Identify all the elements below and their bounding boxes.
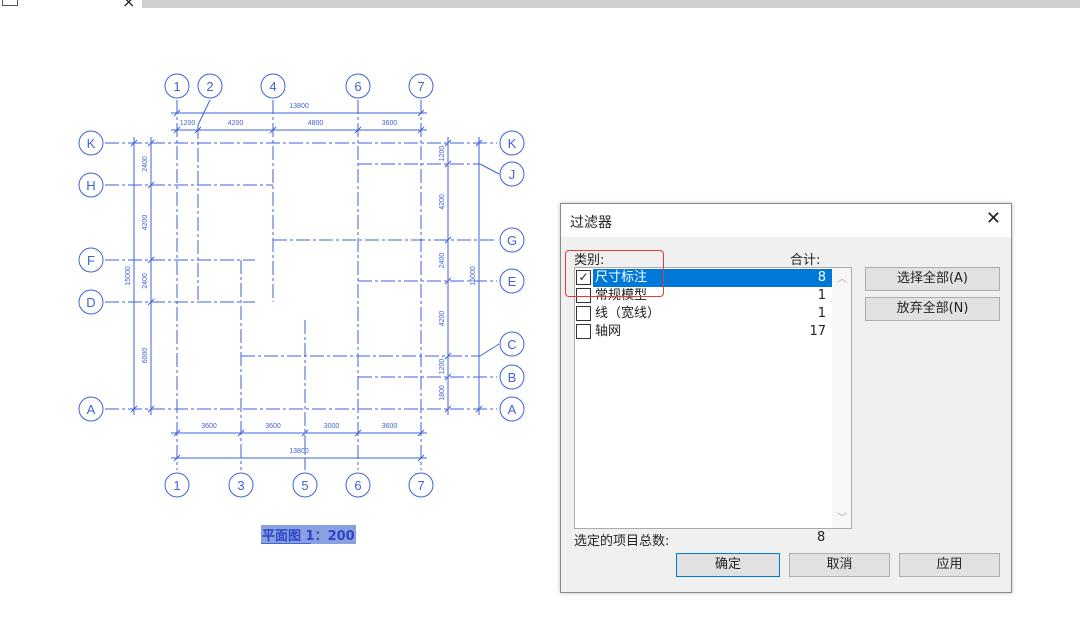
grid-bubble-label: 4 — [269, 79, 276, 94]
total-label: 合计: — [790, 253, 821, 268]
grid-bubble-label: F — [87, 253, 95, 268]
grid-bubble-label: 1 — [173, 478, 180, 493]
right-dimension-text: 4200 — [439, 194, 446, 210]
category-count: 1 — [817, 288, 826, 303]
ok-button[interactable]: 确定 — [676, 553, 780, 577]
grid-bubble-label: 2 — [206, 79, 213, 94]
left-overall-dimension-text: 15000 — [125, 266, 132, 286]
bottom-dimension-text: 3600 — [382, 423, 398, 430]
grid-bubble-label: B — [508, 370, 517, 385]
left-dimension-text: 2400 — [142, 273, 149, 289]
grid-bubble-label: H — [86, 178, 95, 193]
bottom-dimension-text: 3000 — [324, 423, 340, 430]
selected-total-value: 8 — [817, 530, 826, 545]
bottom-overall-dimension-text: 13800 — [289, 448, 309, 455]
category-count: 8 — [817, 270, 826, 285]
grid-bubble-label: K — [508, 136, 517, 151]
left-dimension-text: 2400 — [142, 156, 149, 172]
grid-bubble-label: J — [509, 167, 516, 182]
grid-leader-J — [479, 163, 500, 175]
select-all-button[interactable]: 选择全部(A) — [865, 267, 1000, 291]
cancel-button[interactable]: 取消 — [789, 553, 890, 577]
view-title[interactable]: 平面图 1：200 — [261, 525, 356, 544]
top-overall-dimension-text: 13800 — [289, 103, 309, 110]
checkbox[interactable] — [576, 306, 591, 321]
category-count: 1 — [817, 306, 826, 321]
grid-bubble-label: 6 — [354, 79, 361, 94]
grid-bubble-label: A — [87, 402, 96, 417]
grid-bubble-label: D — [86, 295, 95, 310]
grid-bubble-label: 3 — [237, 478, 244, 493]
dialog-title: 过滤器 — [570, 215, 612, 231]
top-dimension-text: 1200 — [180, 120, 196, 127]
grid-bubble-label: E — [508, 274, 517, 289]
deselect-all-button[interactable]: 放弃全部(N) — [865, 297, 1000, 321]
grid-bubble-label: 6 — [354, 478, 361, 493]
bottom-dimension-text: 3600 — [201, 423, 217, 430]
grid-bubble-label: 1 — [173, 79, 180, 94]
right-dimension-text: 4200 — [439, 311, 446, 327]
top-dimension-text: 4800 — [308, 120, 324, 127]
grid-bubble-label: 7 — [417, 79, 424, 94]
scroll-up-icon[interactable]: ︿ — [837, 270, 847, 285]
bottom-dimension-text: 3600 — [265, 423, 281, 430]
selected-total-label: 选定的项目总数: — [574, 534, 670, 549]
dialog-title-bar: 过滤器 ✕ — [561, 204, 1011, 237]
grid-bubble-label: G — [507, 233, 517, 248]
grid-leader-C — [479, 343, 500, 357]
close-icon[interactable]: ✕ — [986, 208, 1001, 229]
top-dimension-text: 3600 — [382, 120, 398, 127]
grid-bubble-label: C — [507, 337, 516, 352]
left-dimension-text: 4200 — [142, 215, 149, 231]
category-item[interactable]: 轴网 17 — [576, 323, 832, 341]
right-dimension-text: 1200 — [439, 359, 446, 375]
category-name: 轴网 — [595, 324, 622, 339]
right-dimension-text: 1200 — [439, 146, 446, 162]
grid-bubble-label: K — [87, 136, 96, 151]
scroll-down-icon[interactable]: ﹀ — [837, 509, 847, 524]
view-title-underline — [261, 543, 311, 544]
right-dimension-text: 1800 — [439, 385, 446, 401]
grid-bubble-label: A — [508, 402, 517, 417]
left-dimension-text: 6000 — [142, 348, 149, 364]
grid-bubble-label: 7 — [417, 478, 424, 493]
scrollbar[interactable]: ︿ ﹀ — [832, 268, 851, 528]
highlight-annotation-box — [565, 250, 664, 297]
apply-button[interactable]: 应用 — [899, 553, 1000, 577]
category-list[interactable]: ✓ 尺寸标注 8 常规模型 1 线（宽线） 1 轴网 17 ︿ ﹀ — [574, 267, 852, 529]
right-overall-dimension-text: 15000 — [470, 266, 477, 286]
right-dimension-text: 2400 — [439, 253, 446, 269]
category-count: 17 — [809, 324, 826, 339]
top-dimension-text: 4200 — [228, 120, 244, 127]
checkbox[interactable] — [576, 324, 591, 339]
category-name: 线（宽线） — [595, 306, 661, 321]
category-item[interactable]: 线（宽线） 1 — [576, 305, 832, 323]
floor-plan-drawing: 1 2 4 6 7 1 3 5 6 7 K H F D A K J G E C B A 13800 1200 4200 4800 3… — [78, 73, 525, 498]
grid-bubble-label: 5 — [301, 478, 308, 493]
